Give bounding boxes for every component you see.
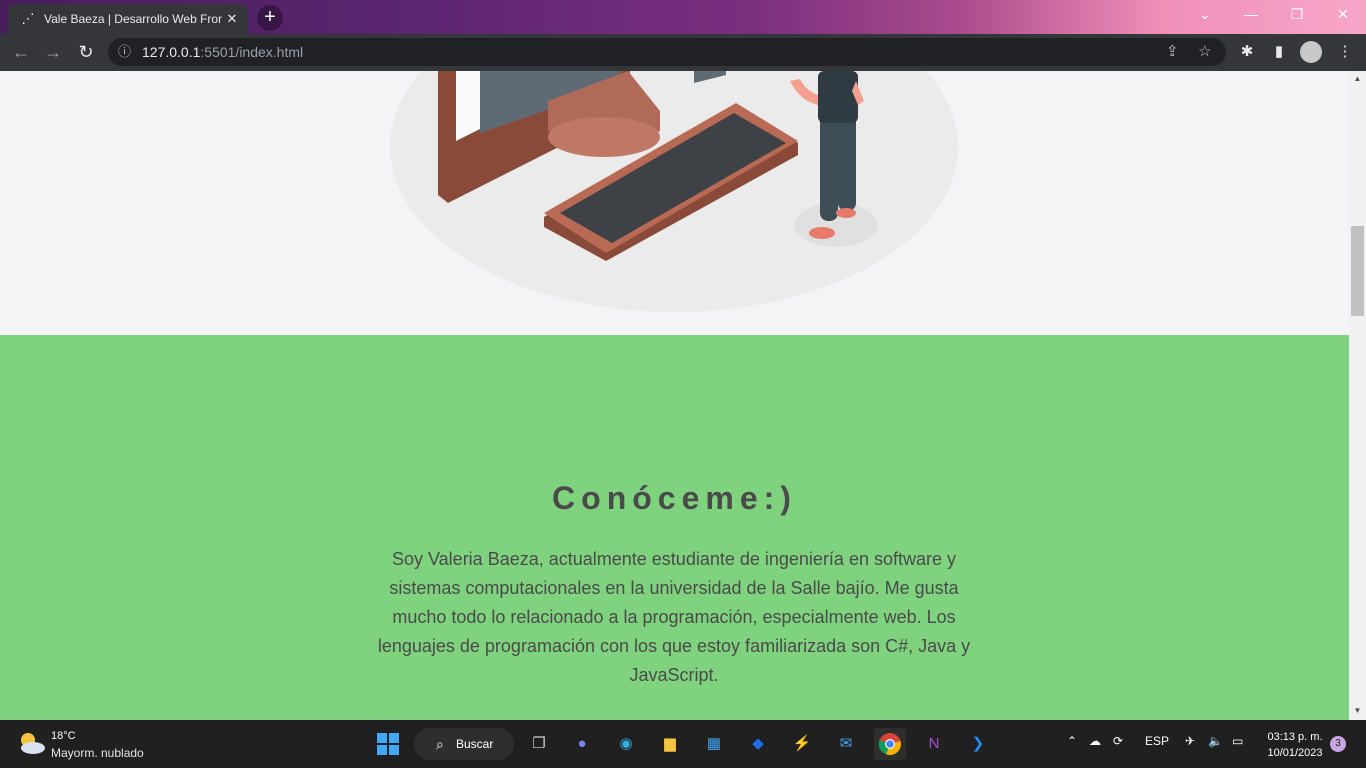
battery-icon[interactable]: ▭ xyxy=(1232,734,1243,748)
share-icon[interactable]: ⇪ xyxy=(1166,38,1179,66)
task-view-icon[interactable]: ❐ xyxy=(523,728,555,760)
about-section: Conóceme:) Soy Valeria Baeza, actualment… xyxy=(0,335,1349,720)
profile-avatar[interactable] xyxy=(1300,41,1322,63)
chrome-icon[interactable] xyxy=(874,728,906,760)
tab-search-icon[interactable]: ⌄ xyxy=(1182,0,1228,30)
volume-icon[interactable]: 🔈 xyxy=(1208,734,1223,748)
store-icon[interactable]: ▦ xyxy=(698,728,730,760)
browser-toolbar: ← → ↻ ⓘ 127.0.0.1:5501/index.html ⇪ ☆ ✱ … xyxy=(0,34,1366,71)
onenote-icon[interactable]: N xyxy=(918,728,950,760)
hero-illustration xyxy=(390,71,958,312)
sync-icon[interactable]: ⟳ xyxy=(1113,734,1123,748)
scroll-up-icon[interactable]: ▲ xyxy=(1351,74,1364,83)
about-text: Soy Valeria Baeza, actualmente estudiant… xyxy=(377,549,971,685)
about-title: Conóceme:) xyxy=(552,480,797,516)
mail-icon[interactable]: ✉ xyxy=(830,728,862,760)
bookmark-star-icon[interactable]: ☆ xyxy=(1198,38,1211,66)
page-viewport: Conóceme:) Soy Valeria Baeza, actualment… xyxy=(0,71,1349,720)
clock-date: 10/01/2023 xyxy=(1267,747,1323,759)
search-icon: ⌕ xyxy=(436,736,444,752)
tab-close-icon[interactable]: ✕ xyxy=(222,11,242,27)
windows-taskbar: 18°C Mayorm. nublado ⌕ Buscar ❐ ● ◉ ▆ ▦ … xyxy=(0,720,1366,768)
address-bar[interactable]: ⓘ 127.0.0.1:5501/index.html ⇪ ☆ xyxy=(108,38,1226,66)
clock[interactable]: 03:13 p. m. 10/01/2023 xyxy=(1262,729,1328,761)
airplane-mode-icon[interactable]: ✈ xyxy=(1185,734,1195,748)
chrome-logo-icon xyxy=(878,733,901,756)
start-button[interactable] xyxy=(372,728,404,760)
new-tab-button[interactable]: + xyxy=(257,5,283,31)
taskbar-search[interactable]: ⌕ Buscar xyxy=(414,728,514,760)
reload-icon[interactable]: ↻ xyxy=(73,40,99,66)
tab-title: Vale Baeza | Desarrollo Web Fron xyxy=(44,12,222,26)
tab-strip: ⋰ Vale Baeza | Desarrollo Web Fron ✕ + ⌄… xyxy=(0,0,1366,34)
side-panel-icon[interactable]: ▮ xyxy=(1267,40,1291,64)
scroll-down-icon[interactable]: ▼ xyxy=(1351,706,1364,715)
url-text: 127.0.0.1:5501/index.html xyxy=(142,44,304,60)
close-window-button[interactable]: ✕ xyxy=(1320,0,1366,30)
menu-icon[interactable]: ⋮ xyxy=(1333,40,1357,64)
site-info-icon[interactable]: ⓘ xyxy=(118,38,134,66)
active-tab[interactable]: ⋰ Vale Baeza | Desarrollo Web Fron ✕ xyxy=(8,4,248,34)
vb-logo-icon: ⋰ xyxy=(21,11,35,26)
minimize-button[interactable]: — xyxy=(1228,0,1274,30)
extensions-icon[interactable]: ✱ xyxy=(1235,40,1259,64)
clock-time: 03:13 p. m. xyxy=(1267,731,1323,743)
onedrive-icon[interactable]: ☁ xyxy=(1089,734,1101,748)
edge-icon[interactable]: ◉ xyxy=(610,728,642,760)
teams-chat-icon[interactable]: ● xyxy=(566,728,598,760)
dev-tool-icon[interactable]: ⚡ xyxy=(786,728,818,760)
notification-badge[interactable]: 3 xyxy=(1330,736,1346,752)
search-label: Buscar xyxy=(456,737,494,751)
forward-icon[interactable]: → xyxy=(40,40,66,66)
partly-cloudy-icon xyxy=(21,733,45,754)
language-indicator[interactable]: ESP xyxy=(1145,734,1169,748)
windows-logo-icon xyxy=(377,733,399,755)
show-hidden-icons[interactable]: ⌃ xyxy=(1067,734,1077,748)
restore-button[interactable]: ❐ xyxy=(1274,0,1320,30)
scrollbar-thumb[interactable] xyxy=(1351,226,1364,316)
weather-temperature[interactable]: 18°C xyxy=(51,730,76,742)
page-scrollbar[interactable] xyxy=(1349,71,1366,720)
weather-description[interactable]: Mayorm. nublado xyxy=(51,746,144,760)
dropbox-icon[interactable]: ◆ xyxy=(742,728,774,760)
file-explorer-icon[interactable]: ▆ xyxy=(654,728,686,760)
back-icon[interactable]: ← xyxy=(8,40,34,66)
vscode-icon[interactable]: ❯ xyxy=(962,728,994,760)
